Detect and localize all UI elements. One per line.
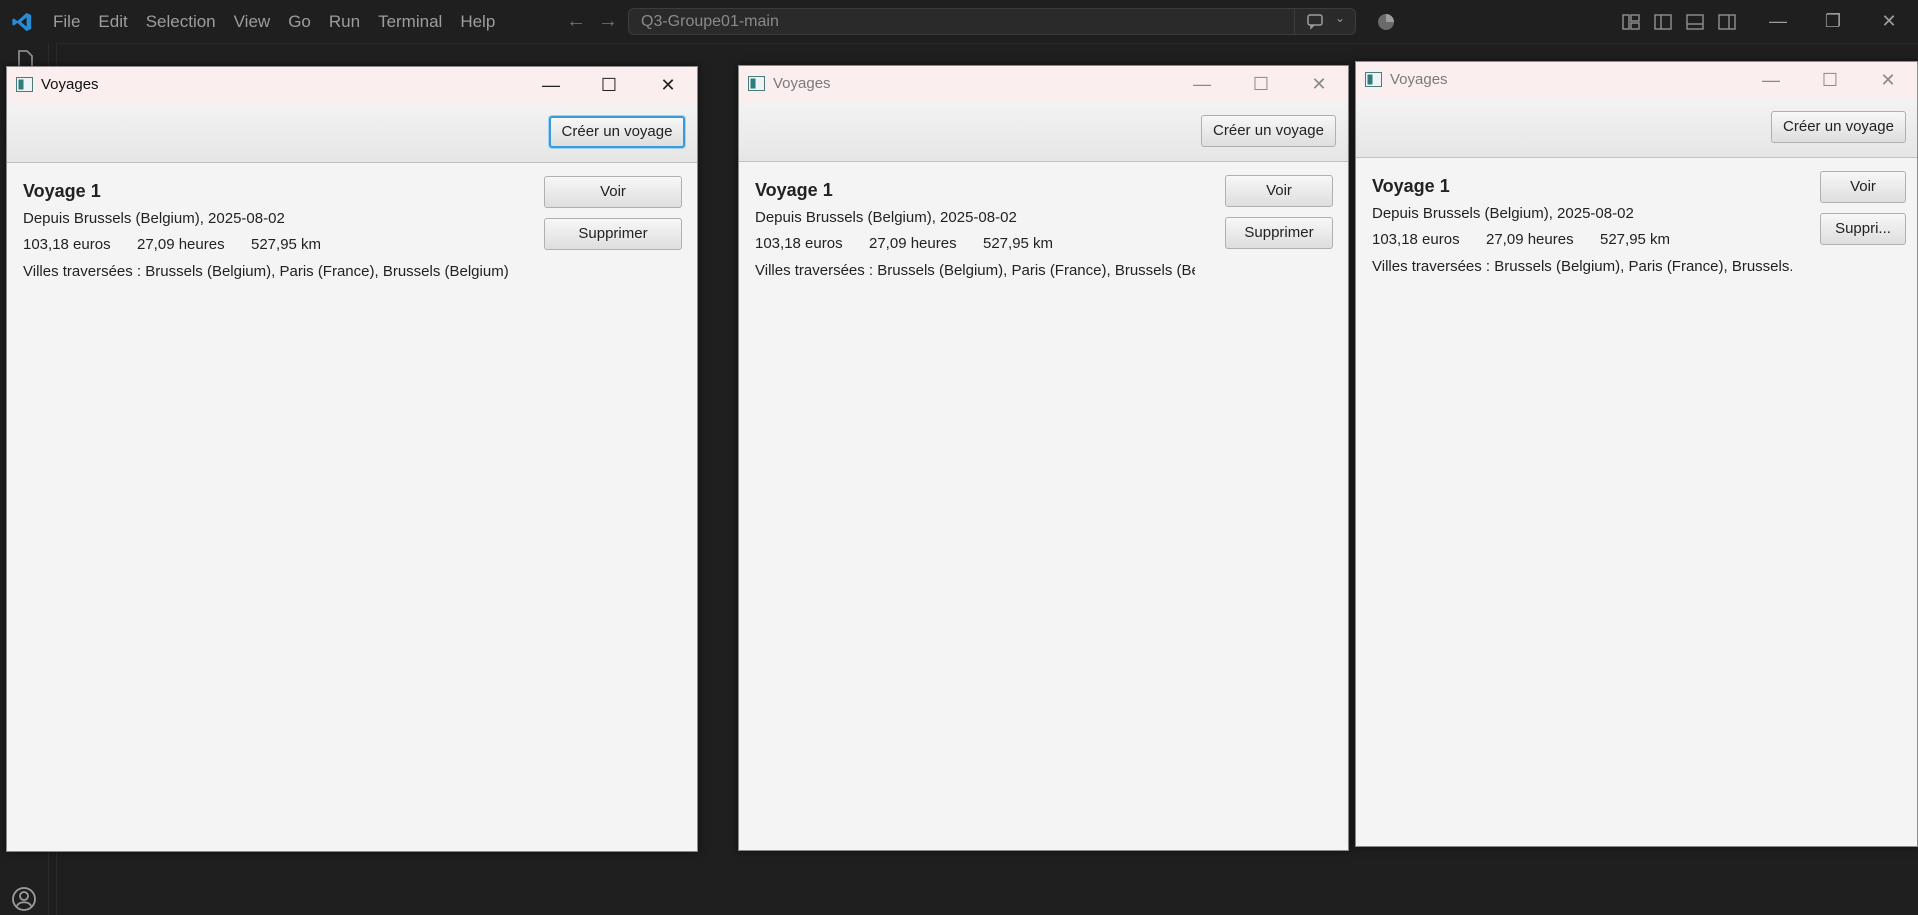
java-app-icon	[16, 77, 33, 92]
voyage-duration: 27,09 heures	[137, 236, 225, 253]
voyage-origin: Depuis Brussels (Belgium), 2025-08-02	[23, 210, 285, 227]
voyages-window-1: Voyages — ☐ ✕ Créer un voyage Voyage 1 D…	[6, 66, 698, 852]
voyage-cost: 103,18 euros	[23, 236, 111, 253]
back-arrow-icon[interactable]: ←	[565, 10, 587, 32]
voyage-list: Voyage 1 Depuis Brussels (Belgium), 2025…	[739, 162, 1348, 850]
voyage-cost: 103,18 euros	[755, 235, 843, 252]
voyage-distance: 527,95 km	[251, 236, 322, 253]
close-icon[interactable]: ✕	[1865, 62, 1911, 98]
menu-terminal[interactable]: Terminal	[369, 0, 451, 43]
voyages-window-3: Voyages — ☐ ✕ Créer un voyage Voyage 1 D…	[1355, 61, 1918, 847]
close-icon[interactable]: ✕	[1296, 66, 1342, 102]
delete-button[interactable]: Supprimer	[544, 218, 682, 250]
voyage-duration: 27,09 heures	[869, 235, 957, 252]
voyage-distance: 527,95 km	[983, 235, 1054, 252]
toolbar: Créer un voyage	[7, 103, 697, 163]
toggle-panel-icon[interactable]	[1685, 12, 1705, 32]
voyage-distance: 527,95 km	[1600, 231, 1671, 248]
voyage-duration: 27,09 heures	[1486, 231, 1574, 248]
voyage-name: Voyage 1	[755, 180, 833, 200]
voyage-cities: Villes traversées : Brussels (Belgium), …	[1372, 258, 1792, 275]
menu-help[interactable]: Help	[451, 0, 504, 43]
voyage-cities: Villes traversées : Brussels (Belgium), …	[755, 262, 1195, 279]
chevron-down-icon: ⌄	[1335, 11, 1346, 25]
maximize-icon[interactable]: ☐	[586, 67, 632, 103]
menu-run[interactable]: Run	[320, 0, 369, 43]
toolbar: Créer un voyage	[1356, 98, 1917, 158]
view-button[interactable]: Voir	[1820, 171, 1906, 203]
window-titlebar: Voyages — ☐ ✕	[739, 66, 1348, 102]
create-voyage-button[interactable]: Créer un voyage	[549, 116, 685, 148]
menu-edit[interactable]: Edit	[89, 0, 136, 43]
toggle-secondary-sidebar-icon[interactable]	[1717, 12, 1737, 32]
view-button[interactable]: Voir	[544, 176, 682, 208]
voyage-list: Voyage 1 Depuis Brussels (Belgium), 2025…	[1356, 158, 1917, 846]
voyage-cities: Villes traversées : Brussels (Belgium), …	[23, 263, 509, 280]
java-app-icon	[1365, 72, 1382, 87]
customize-layout-icon[interactable]	[1621, 12, 1641, 32]
minimize-icon[interactable]: —	[1748, 62, 1794, 98]
close-icon[interactable]: ✕	[645, 67, 691, 103]
minimize-icon[interactable]: —	[528, 67, 574, 103]
java-app-icon	[748, 76, 765, 91]
menu-view[interactable]: View	[225, 0, 280, 43]
command-center-text: Q3-Groupe01-main	[641, 13, 779, 30]
vscode-restore-icon[interactable]: ❐	[1810, 8, 1856, 35]
accounts-pie-icon[interactable]	[1376, 12, 1396, 32]
voyage-name: Voyage 1	[23, 181, 101, 201]
forward-arrow-icon[interactable]: →	[597, 10, 619, 32]
vscode-minimize-icon[interactable]: —	[1755, 8, 1801, 35]
voyages-window-2: Voyages — ☐ ✕ Créer un voyage Voyage 1 D…	[738, 65, 1349, 851]
delete-button[interactable]: Suppri...	[1820, 213, 1906, 245]
maximize-icon[interactable]: ☐	[1807, 62, 1853, 98]
window-title: Voyages	[41, 76, 99, 93]
minimize-icon[interactable]: —	[1179, 66, 1225, 102]
command-center-search[interactable]: Q3-Groupe01-main	[628, 8, 1356, 35]
vscode-logo-icon	[12, 12, 32, 32]
window-titlebar: Voyages — ☐ ✕	[1356, 62, 1917, 98]
voyage-cost: 103,18 euros	[1372, 231, 1460, 248]
voyage-name: Voyage 1	[1372, 176, 1450, 196]
menu-file[interactable]: File	[44, 0, 89, 43]
window-title: Voyages	[1390, 71, 1448, 88]
menu-bar: File Edit Selection View Go Run Terminal…	[44, 0, 504, 43]
voyage-list: Voyage 1 Depuis Brussels (Belgium), 2025…	[7, 163, 697, 851]
chat-icon	[1307, 14, 1323, 30]
create-voyage-button[interactable]: Créer un voyage	[1201, 115, 1336, 147]
view-button[interactable]: Voir	[1225, 175, 1333, 207]
vscode-titlebar: File Edit Selection View Go Run Terminal…	[0, 0, 1918, 43]
account-icon[interactable]	[11, 886, 37, 912]
window-titlebar: Voyages — ☐ ✕	[7, 67, 697, 103]
toggle-sidebar-icon[interactable]	[1653, 12, 1673, 32]
voyage-origin: Depuis Brussels (Belgium), 2025-08-02	[755, 209, 1017, 226]
window-title: Voyages	[773, 75, 831, 92]
vscode-close-icon[interactable]: ✕	[1866, 8, 1912, 35]
menu-go[interactable]: Go	[279, 0, 320, 43]
toolbar: Créer un voyage	[739, 102, 1348, 162]
menu-selection[interactable]: Selection	[137, 0, 225, 43]
delete-button[interactable]: Supprimer	[1225, 217, 1333, 249]
create-voyage-button[interactable]: Créer un voyage	[1771, 111, 1906, 143]
voyage-origin: Depuis Brussels (Belgium), 2025-08-02	[1372, 205, 1634, 222]
copilot-button[interactable]: ⌄	[1294, 8, 1357, 35]
maximize-icon[interactable]: ☐	[1238, 66, 1284, 102]
